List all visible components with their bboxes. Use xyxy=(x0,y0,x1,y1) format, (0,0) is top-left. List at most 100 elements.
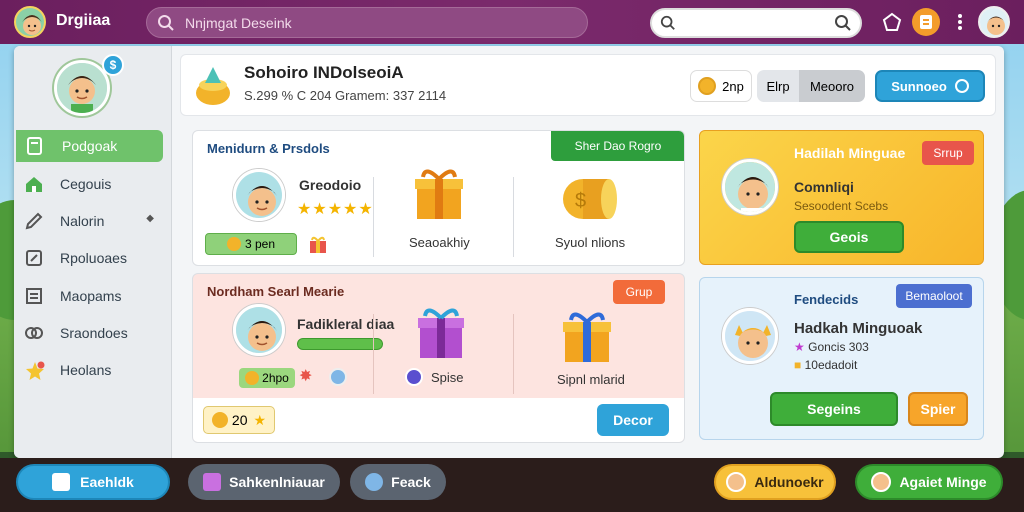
bottom-button-label: Aldunoekr xyxy=(754,474,824,490)
friend-avatar[interactable] xyxy=(722,308,778,364)
gold-pot-icon xyxy=(193,63,233,112)
user-avatar[interactable] xyxy=(978,6,1010,38)
item-label: Sipnl mlarid xyxy=(557,372,625,387)
card-tag: Srrup xyxy=(922,141,974,165)
page-title: Sohoiro INDolseoiA xyxy=(244,63,404,82)
bottom-button-label: Sahkenlniauar xyxy=(229,474,325,490)
sidebar-item-nalorin[interactable]: Nalorin ◆ xyxy=(14,205,164,237)
bottom-button-1[interactable]: Eaehldk xyxy=(16,464,170,500)
bottom-button-3[interactable]: Feack xyxy=(350,464,446,500)
sidebar-item-sraondoes[interactable]: Sraondoes xyxy=(14,317,164,349)
player-avatar[interactable] xyxy=(14,6,46,38)
sidebar-item-podgoak[interactable]: Podgoak xyxy=(16,130,163,162)
pencil-icon xyxy=(24,211,44,231)
star-icon xyxy=(24,360,45,380)
search-icon xyxy=(834,14,852,37)
card-tag: Sher Dao Rogro xyxy=(551,131,684,161)
search-input[interactable]: Nnjmgat Deseink xyxy=(146,7,588,38)
card-tag: Bemaoloot xyxy=(896,284,972,308)
count-badge[interactable]: 20 ★ xyxy=(203,406,275,434)
player-avatar[interactable] xyxy=(233,304,285,356)
document-icon xyxy=(52,473,71,491)
card-title: Hadilah Minguae xyxy=(794,145,906,161)
coin-icon xyxy=(211,412,228,428)
gift-icon xyxy=(203,473,222,491)
list-icon xyxy=(24,286,44,306)
svg-text:$: $ xyxy=(575,190,586,212)
secondary-search-input[interactable] xyxy=(650,8,862,38)
bottom-button-2[interactable]: Sahkenlniauar xyxy=(188,464,340,500)
gift-box-icon[interactable] xyxy=(559,304,615,369)
currency-badge: $ xyxy=(102,54,124,76)
pentagon-icon[interactable] xyxy=(878,8,906,36)
coin-icon xyxy=(226,237,241,251)
purple-gift-icon[interactable] xyxy=(415,304,467,365)
sidebar-item-cegouis[interactable]: Cegouis xyxy=(14,168,164,200)
gift-box-icon[interactable] xyxy=(411,163,467,226)
mission-card: Menidurn & Prsdols Sher Dao Rogro Greodo… xyxy=(192,130,685,266)
coin-roll-icon[interactable]: $ xyxy=(559,167,619,228)
player-avatar[interactable] xyxy=(722,159,778,215)
chevron-icon: ◆ xyxy=(146,213,154,224)
sidebar-item-maopams[interactable]: Maopams xyxy=(14,280,164,312)
gift-icon xyxy=(307,233,329,260)
home-icon xyxy=(24,174,44,194)
player-avatar[interactable] xyxy=(233,169,285,221)
avatar-icon xyxy=(871,472,892,492)
header-action-button[interactable]: Sunnoeo xyxy=(875,70,985,102)
bottom-button-label: Eaehldk xyxy=(80,474,134,490)
card-tag: Grup xyxy=(613,280,665,304)
search-icon xyxy=(660,15,676,36)
divider xyxy=(513,177,514,257)
friend-stat: ■ 10edadoit xyxy=(794,358,857,372)
puzzle-icon xyxy=(365,473,384,491)
toggle-left-button[interactable]: Elrp xyxy=(757,70,799,102)
decor-button[interactable]: Decor xyxy=(597,404,669,436)
divider xyxy=(373,177,374,257)
refresh-icon xyxy=(954,79,969,93)
friend-stat-label: 10edadoit xyxy=(804,358,858,372)
reward-card: Hadilah Minguae Srrup Comnliqi Sesoodent… xyxy=(699,130,984,265)
app-title: Drgiiaa xyxy=(56,12,111,29)
sidebar-item-heolans[interactable]: Heolans xyxy=(14,354,164,386)
friend-name: Hadkah Minguoak xyxy=(794,320,923,337)
progress-badge: 3 pen xyxy=(205,233,297,255)
goals-button[interactable]: Geois xyxy=(794,221,904,253)
search-icon xyxy=(157,14,175,35)
search-placeholder: Nnjmgat Deseink xyxy=(185,14,292,31)
sidebar-item-rpoluoaes[interactable]: Rpoluoaes xyxy=(14,242,164,274)
card-title: Fendecids xyxy=(794,292,859,307)
progress-label: 3 pen xyxy=(244,237,276,251)
toggle-right-button[interactable]: Meooro xyxy=(799,70,865,102)
item-label: Syuol nlions xyxy=(555,235,626,250)
globe-icon xyxy=(329,368,347,386)
sidebar: $ Podgoak Cegouis Nalorin ◆ Rpoluoaes Ma… xyxy=(14,46,172,458)
segeins-button[interactable]: Segeins xyxy=(770,392,898,426)
player-name: Fadikleral diaa xyxy=(297,316,395,332)
sidebar-item-label: Cegouis xyxy=(60,176,112,192)
divider xyxy=(373,314,374,394)
sparkle-icon: ✸ xyxy=(299,368,313,385)
coin-icon: ■ xyxy=(794,358,802,372)
player-name: Comnliqi xyxy=(794,179,854,195)
coin-counter[interactable]: 2np xyxy=(690,70,752,102)
sidebar-item-label: Heolans xyxy=(60,362,112,378)
avatar-icon xyxy=(726,472,747,492)
bottom-button-5[interactable]: Agaiet Minge xyxy=(855,464,1003,500)
item-label: Spise xyxy=(431,370,464,385)
bottom-button-4[interactable]: Aldunoekr xyxy=(714,464,836,500)
bottom-button-label: Feack xyxy=(391,474,431,490)
coin-icon xyxy=(698,77,717,95)
count-label: 20 xyxy=(231,412,248,428)
orb-icon xyxy=(405,368,423,386)
coin-icon xyxy=(245,371,260,385)
card-title: Nordham Searl Mearie xyxy=(207,284,345,299)
notification-icon[interactable] xyxy=(912,8,940,36)
more-icon[interactable] xyxy=(946,8,974,36)
sidebar-item-label: Maopams xyxy=(60,288,122,304)
header-action-label: Sunnoeo xyxy=(891,78,947,94)
top-bar: Drgiiaa Nnjmgat Deseink xyxy=(0,0,1024,44)
page-subtitle: S.299 % C 204 Gramem: 337 2114 xyxy=(244,88,447,103)
friends-card: Fendecids Bemaoloot Hadkah Minguoak ★ Go… xyxy=(699,277,984,440)
spier-button[interactable]: Spier xyxy=(908,392,968,426)
